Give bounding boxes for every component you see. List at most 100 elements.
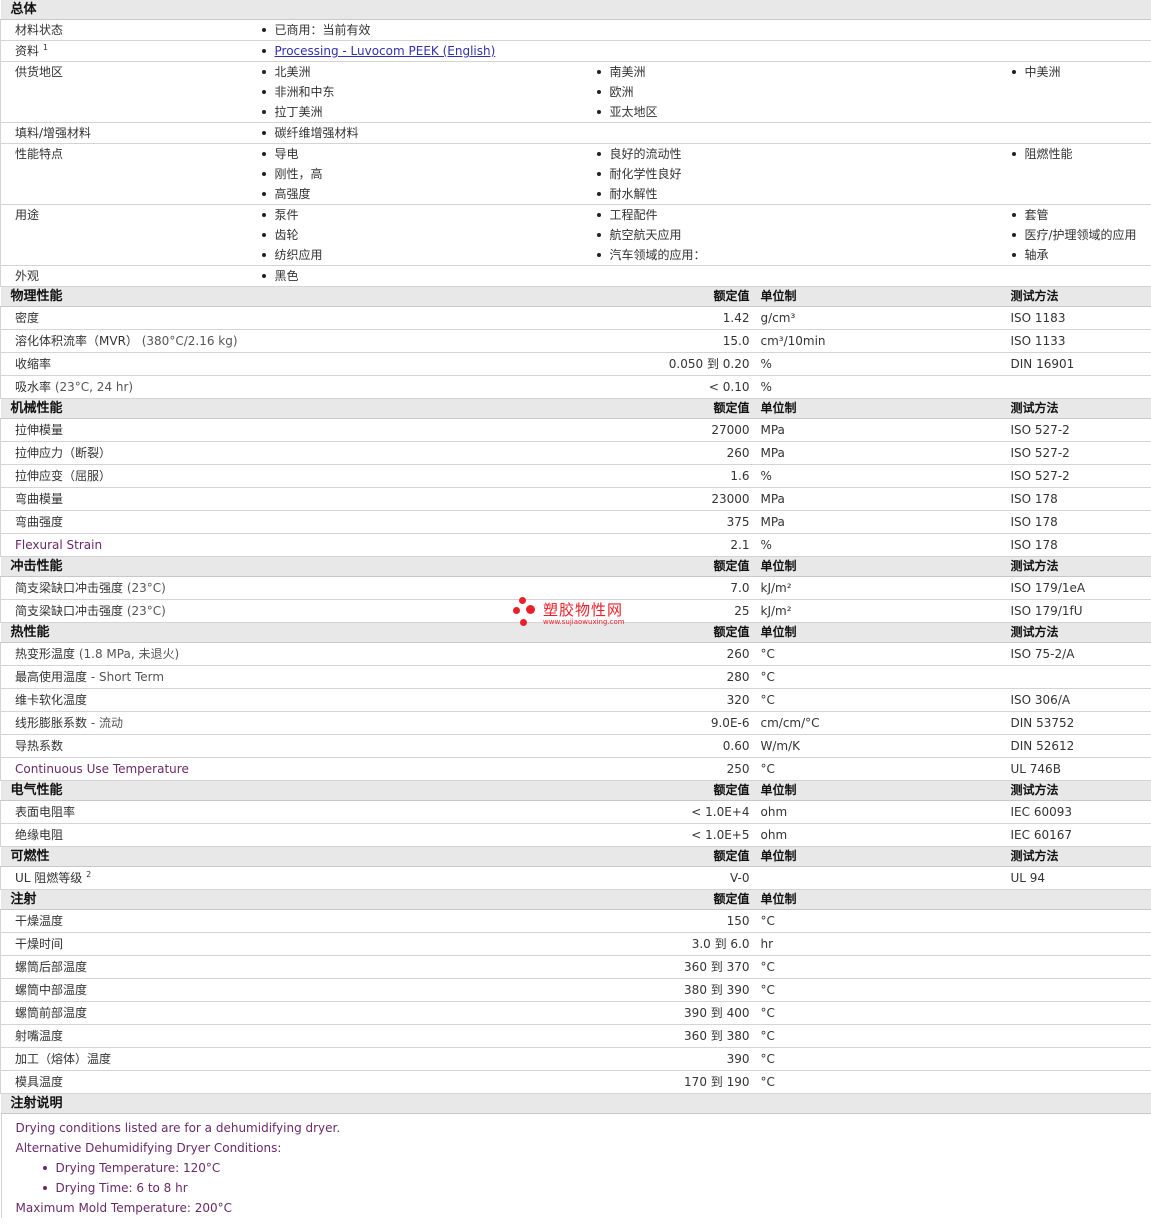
property-label: 简支梁缺口冲击强度 <box>15 581 124 595</box>
list-item: 刚性，高 <box>261 164 596 184</box>
col-header-method: 测试方法 <box>1010 780 1151 801</box>
property-value: 170 到 190 <box>595 1070 756 1094</box>
property-name: 密度 <box>0 306 596 330</box>
section-title: 注射 <box>0 889 596 910</box>
table-row: 维卡软化温度 320 °C ISO 306/A <box>0 688 1151 712</box>
property-label: 收缩率 <box>15 357 52 371</box>
property-method: ISO 527-2 <box>1010 441 1151 465</box>
property-method: DIN 53752 <box>1010 711 1151 735</box>
table-row: 螺筒后部温度 360 到 370 °C <box>0 955 1151 979</box>
row-uses: 用途 泵件 齿轮 纺织应用 工程配件 航空航天应用 汽车领域的应用： 套管 医疗… <box>0 204 1151 266</box>
property-method: IEC 60093 <box>1010 800 1151 824</box>
property-unit: °C <box>760 909 1011 933</box>
list-item: 北美洲 <box>261 62 596 82</box>
property-label: 螺筒前部温度 <box>15 1006 88 1020</box>
list-item: 良好的流动性 <box>596 144 1011 164</box>
property-value: 380 到 390 <box>595 978 756 1002</box>
list-item: 中美洲 <box>1011 62 1151 82</box>
property-value: 280 <box>595 665 756 689</box>
section-mechanical-header: 机械性能 额定值 单位制 测试方法 <box>0 398 1151 419</box>
row-filler: 填料/增强材料 碳纤维增强材料 <box>0 122 1151 144</box>
property-label: Continuous Use Temperature <box>15 762 189 776</box>
property-value: 27000 <box>595 418 756 442</box>
property-unit: ohm <box>760 800 1011 824</box>
col-header-method: 测试方法 <box>1010 846 1151 867</box>
list-item: 齿轮 <box>261 225 596 245</box>
property-name: 最高使用温度 - Short Term <box>0 665 596 689</box>
property-condition: (23°C) <box>126 604 166 618</box>
property-name: Continuous Use Temperature <box>0 757 596 781</box>
col-header-value: 额定值 <box>595 889 756 910</box>
table-row: 收缩率 0.050 到 0.20% DIN 16901 <box>0 352 1151 376</box>
property-method <box>1010 375 1151 399</box>
property-label: 简支梁缺口冲击强度 <box>15 604 124 618</box>
section-injection-header: 注射 额定值 单位制 <box>0 889 1151 910</box>
property-unit: % <box>760 464 1011 488</box>
property-method: ISO 179/1eA <box>1010 576 1151 600</box>
property-name: 用途 <box>0 204 261 266</box>
table-row: 拉伸应变（屈服） 1.6% ISO 527-2 <box>0 464 1151 488</box>
section-general-header: 总体 <box>0 0 1151 20</box>
property-method <box>1010 665 1151 689</box>
list-item: 欧洲 <box>596 82 1011 102</box>
list-item: 导电 <box>261 144 596 164</box>
property-unit: % <box>760 352 1011 376</box>
table-row: 干燥时间 3.0 到 6.0 hr <box>0 932 1151 956</box>
property-label: 弯曲模量 <box>15 492 64 506</box>
property-value: < 1.0E+5 <box>595 823 756 847</box>
property-label: UL 阻燃等级 <box>15 871 83 885</box>
property-value: 390 <box>595 1047 756 1071</box>
property-label: 热变形温度 <box>15 647 76 661</box>
table-row: 拉伸应力（断裂） 260 MPa ISO 527-2 <box>0 441 1151 465</box>
list-item: 高强度 <box>261 184 596 204</box>
property-label: 弯曲强度 <box>15 515 64 529</box>
watermark-url: www.sujiaowuxing.com <box>543 618 625 626</box>
table-row: 线形膨胀系数 - 流动 9.0E-6 cm/cm/°C DIN 53752 <box>0 711 1151 735</box>
injection-notes: Drying conditions listed are for a dehum… <box>0 1114 1151 1218</box>
list-item: 已商用：当前有效 <box>261 20 1151 40</box>
property-value: 1.42 <box>595 306 756 330</box>
note-line: Maximum Mold Temperature: 200°C <box>15 1201 233 1215</box>
property-method: DIN 52612 <box>1010 734 1151 758</box>
section-impact-header: 冲击性能 额定值 单位制 测试方法 <box>0 556 1151 577</box>
property-unit: MPa <box>760 441 1011 465</box>
property-method: DIN 16901 <box>1010 352 1151 376</box>
property-name: 供货地区 <box>0 61 261 123</box>
table-row: 弯曲模量 23000 MPa ISO 178 <box>0 487 1151 511</box>
property-label: Flexural Strain <box>15 538 103 552</box>
section-title: 电气性能 <box>0 780 596 801</box>
property-unit: °C <box>760 1047 1011 1071</box>
property-method <box>1010 1024 1151 1048</box>
list-item: 非洲和中东 <box>261 82 596 102</box>
col-header-unit: 单位制 <box>760 556 1011 577</box>
property-label: 绝缘电阻 <box>15 828 64 842</box>
property-label: 吸水率 <box>15 380 52 394</box>
literature-link[interactable]: Processing - Luvocom PEEK (English) <box>275 44 496 58</box>
col-header-unit: 单位制 <box>760 846 1011 867</box>
footnote-marker: 2 <box>86 870 92 879</box>
property-unit: °C <box>760 1024 1011 1048</box>
list-item: 医疗/护理领域的应用 <box>1011 225 1151 245</box>
property-label: 线形膨胀系数 <box>15 716 88 730</box>
property-value: 360 到 370 <box>595 955 756 979</box>
property-name: 线形膨胀系数 - 流动 <box>0 711 596 735</box>
table-row: 拉伸模量 27000 MPa ISO 527-2 <box>0 418 1151 442</box>
col-header-unit: 单位制 <box>760 286 1011 307</box>
col-header-unit: 单位制 <box>760 889 1011 910</box>
list-item: 泵件 <box>261 205 596 225</box>
table-row: 射嘴温度 360 到 380 °C <box>0 1024 1151 1048</box>
property-name: 弯曲强度 <box>0 510 596 534</box>
property-method <box>1010 909 1151 933</box>
section-physical-header: 物理性能 额定值 单位制 测试方法 <box>0 286 1151 307</box>
property-name: 热变形温度 (1.8 MPa, 未退火) <box>0 642 596 666</box>
property-unit: cm³/10min <box>760 329 1011 353</box>
property-condition: - 流动 <box>90 716 123 730</box>
property-name: 吸水率 (23°C, 24 hr) <box>0 375 596 399</box>
list-item: 碳纤维增强材料 <box>261 123 1151 143</box>
property-label: 最高使用温度 <box>15 670 88 684</box>
property-unit: kJ/m² <box>760 576 1011 600</box>
property-value: 0.60 <box>595 734 756 758</box>
table-row: 弯曲强度 375 MPa ISO 178 <box>0 510 1151 534</box>
row-features: 性能特点 导电 刚性，高 高强度 良好的流动性 耐化学性良好 耐水解性 阻燃性能 <box>0 143 1151 205</box>
table-row: 最高使用温度 - Short Term 280 °C <box>0 665 1151 689</box>
